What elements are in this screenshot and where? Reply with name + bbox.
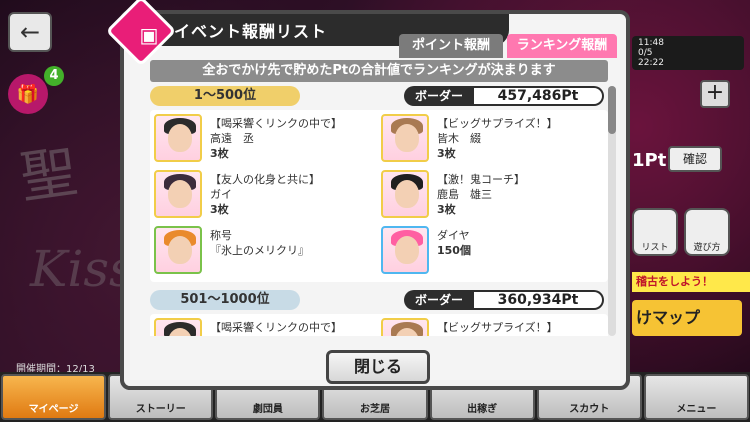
reward-text: 【ビッグサプライズ！】 皆木 綴 3枚 (437, 114, 558, 161)
reward-thumbnail-face (168, 236, 192, 264)
reward-item[interactable]: 【激！鬼コーチ】 鹿島 雄三 3枚 (381, 170, 604, 222)
tab-point-rewards[interactable]: ポイント報酬 (399, 34, 503, 58)
status-clock: 22:22 (638, 58, 664, 68)
reward-thumbnail (381, 226, 429, 274)
tier-header: 1〜500位 ボーダー 457,486Pt (150, 86, 608, 106)
back-button[interactable]: ← (8, 12, 52, 52)
modal-title: イベント報酬リスト (174, 22, 328, 41)
how-to-play-label: 遊び方 (693, 243, 721, 253)
reward-item[interactable]: 【友人の化身と共に】 ガイ 3枚 (154, 170, 377, 222)
add-button[interactable]: + (700, 80, 730, 108)
points-value: 1Pt (632, 150, 667, 171)
reward-name: 称号 (210, 229, 232, 242)
reward-list-modal: ▣ イベント報酬リスト ポイント報酬 ランキング報酬 全おでかけ先で貯めたPtの… (105, 0, 630, 390)
reward-thumbnail (381, 170, 429, 218)
reward-name: 【ビッグサプライズ！】 (437, 117, 558, 130)
confirm-button[interactable]: 確認 (668, 146, 722, 172)
reward-name: 【友人の化身と共に】 (210, 173, 320, 186)
reward-name: 【ビッグサプライズ！】 (437, 321, 558, 334)
reward-subname: 高遠 丞 (210, 335, 342, 336)
reward-thumbnail (154, 170, 202, 218)
outing-map-button[interactable]: けマップ (632, 300, 742, 336)
border-label: ボーダー (404, 86, 474, 106)
reward-thumbnail-face (395, 180, 419, 208)
reward-item[interactable]: 【喝采響くリンクの中で】 高遠 丞 3枚 (154, 114, 377, 166)
status-time: 11:48 (638, 38, 664, 48)
reward-text: 【喝采響くリンクの中で】 高遠 丞 (210, 318, 342, 336)
reward-text: 【喝采響くリンクの中で】 高遠 丞 3枚 (210, 114, 342, 161)
tier-range: 1〜500位 (150, 86, 300, 106)
reward-subname: 皆木 綴 (437, 132, 481, 145)
reward-subname: 皆木 綴 (437, 335, 558, 336)
reward-name: 【喝采響くリンクの中で】 (210, 321, 342, 334)
reward-item[interactable]: ダイヤ 150個 (381, 226, 604, 278)
reward-quantity: 3枚 (437, 203, 456, 216)
scroll-thumb[interactable] (608, 86, 616, 134)
reward-thumbnail (381, 114, 429, 162)
tab-ranking-rewards[interactable]: ランキング報酬 (507, 34, 617, 58)
reward-thumbnail-face (395, 236, 419, 264)
reward-tier-list[interactable]: 1〜500位 ボーダー 457,486Pt 【喝采響くリンクの中で】 高遠 丞 3枚… (150, 86, 608, 336)
reward-quantity: 3枚 (437, 147, 456, 160)
reward-text: 【友人の化身と共に】 ガイ 3枚 (210, 170, 320, 217)
border-value: 360,934Pt (474, 290, 604, 310)
reward-name: ダイヤ (437, 229, 470, 242)
reward-name: 【喝采響くリンクの中で】 (210, 117, 342, 130)
reward-text: 【激！鬼コーチ】 鹿島 雄三 3枚 (437, 170, 525, 217)
reward-subname: ガイ (210, 188, 232, 201)
reward-quantity: 3枚 (210, 147, 229, 160)
reward-subname: 高遠 丞 (210, 132, 254, 145)
reward-text: 【ビッグサプライズ！】 皆木 綴 (437, 318, 558, 336)
reward-list-button[interactable]: リスト (632, 208, 678, 256)
scrollbar[interactable] (608, 86, 616, 336)
reward-thumbnail-face (168, 180, 192, 208)
reward-item[interactable]: 【ビッグサプライズ！】 皆木 綴 3枚 (381, 114, 604, 166)
tier-range: 501〜1000位 (150, 290, 300, 310)
reward-subname: 鹿島 雄三 (437, 188, 492, 201)
status-box: 11:48 0/5 22:22 (632, 36, 744, 70)
reward-quantity: 3枚 (210, 203, 229, 216)
how-to-play-button[interactable]: 遊び方 (684, 208, 730, 256)
reward-text: 称号 『氷上のメリクリ』 (210, 226, 309, 258)
reward-quantity: 150個 (437, 244, 471, 257)
reward-item[interactable]: 称号 『氷上のメリクリ』 (154, 226, 377, 278)
reward-thumbnail-face (395, 124, 419, 152)
reward-subname: 『氷上のメリクリ』 (210, 244, 309, 257)
reward-item[interactable]: 【ビッグサプライズ！】 皆木 綴 (381, 318, 604, 336)
ranking-note: 全おでかけ先で貯めたPtの合計値でランキングが決まります (150, 60, 608, 82)
nav-mypage[interactable]: マイページ (1, 374, 107, 420)
tier-header: 501〜1000位 ボーダー 360,934Pt (150, 290, 608, 310)
reward-thumbnail (154, 318, 202, 336)
reward-list-label: リスト (641, 243, 669, 253)
reward-thumbnail (381, 318, 429, 336)
reward-item[interactable]: 【喝采響くリンクの中で】 高遠 丞 (154, 318, 377, 336)
tier-rewards: 【喝采響くリンクの中で】 高遠 丞 【ビッグサプライズ！】 皆木 綴 (150, 314, 608, 336)
border-label: ボーダー (404, 290, 474, 310)
gift-count-badge: 4 (44, 66, 64, 86)
reward-thumbnail-face (168, 124, 192, 152)
reward-thumbnail (154, 226, 202, 274)
status-stamina: 0/5 (638, 48, 653, 58)
reward-thumbnail (154, 114, 202, 162)
practice-banner: 稽古をしよう！ (632, 272, 750, 292)
nav-menu[interactable]: メニュー (643, 374, 749, 420)
border-value: 457,486Pt (474, 86, 604, 106)
tier-rewards: 【喝采響くリンクの中で】 高遠 丞 3枚 【ビッグサプライズ！】 皆木 綴 3枚… (150, 110, 608, 282)
treasure-icon: ▣ (139, 23, 159, 47)
close-button[interactable]: 閉じる (326, 350, 430, 384)
reward-name: 【激！鬼コーチ】 (437, 173, 525, 186)
gift-icon[interactable]: 🎁 (8, 74, 48, 114)
reward-text: ダイヤ 150個 (437, 226, 471, 258)
